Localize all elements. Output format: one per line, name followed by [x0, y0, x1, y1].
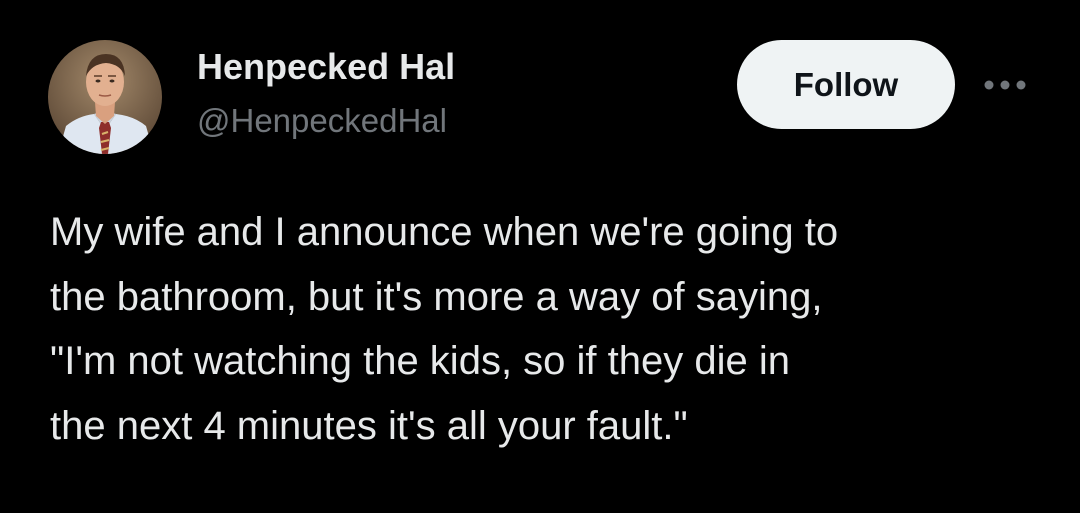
tweet-text-line: My wife and I announce when we're going …: [50, 210, 839, 254]
display-name[interactable]: Henpecked Hal: [197, 46, 455, 88]
tweet-card: Henpecked Hal @HenpeckedHal Follow My wi…: [0, 0, 1080, 513]
more-horizontal-icon: [984, 80, 1026, 90]
more-options-button[interactable]: [982, 70, 1028, 100]
user-handle[interactable]: @HenpeckedHal: [197, 102, 447, 140]
avatar[interactable]: [48, 40, 162, 154]
avatar-image: [48, 40, 162, 154]
tweet-text-line: the next 4 minutes it's all your fault.": [50, 403, 688, 448]
tweet-text-line: "I'm not watching the kids, so if they d…: [50, 339, 790, 383]
tweet-text: My wife and I announce when we're going …: [50, 200, 1050, 458]
follow-button[interactable]: Follow: [737, 40, 955, 129]
tweet-text-line: the bathroom, but it's more a way of say…: [50, 274, 823, 319]
